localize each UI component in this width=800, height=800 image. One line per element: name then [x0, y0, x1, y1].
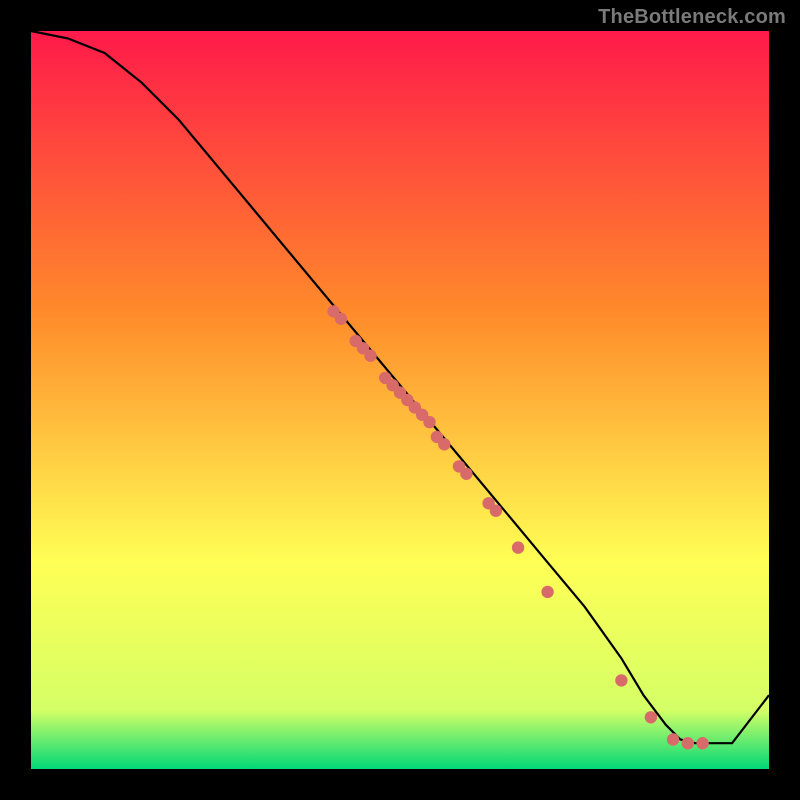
- chart-marker: [490, 505, 502, 517]
- chart-marker: [696, 737, 708, 749]
- chart-marker: [335, 313, 347, 325]
- chart-marker: [364, 350, 376, 362]
- chart-background: [31, 31, 769, 769]
- chart-marker: [460, 468, 472, 480]
- chart-marker: [423, 416, 435, 428]
- chart-canvas: [0, 0, 800, 800]
- chart-frame: TheBottleneck.com: [0, 0, 800, 800]
- chart-marker: [615, 674, 627, 686]
- chart-marker: [682, 737, 694, 749]
- chart-marker: [645, 711, 657, 723]
- chart-marker: [667, 733, 679, 745]
- chart-marker: [512, 541, 524, 553]
- chart-marker: [541, 586, 553, 598]
- chart-marker: [438, 438, 450, 450]
